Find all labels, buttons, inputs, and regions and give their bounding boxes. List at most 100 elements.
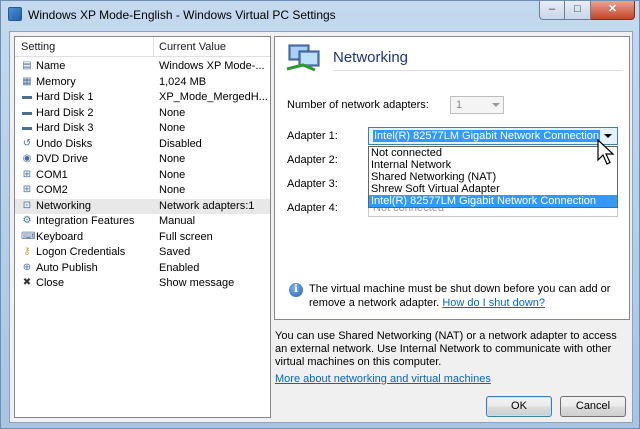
adapter2-label: Adapter 2: [287, 154, 338, 166]
cancel-button[interactable]: Cancel [560, 396, 626, 417]
key-icon: ⚷ [23, 246, 31, 257]
how-to-shut-down-link[interactable]: How do I shut down? [442, 297, 545, 309]
virtual-pc-icon [8, 7, 22, 21]
setting-name: Auto Publish [36, 261, 98, 274]
setting-name: Name [36, 60, 66, 72]
settings-row-hard-disk-1[interactable]: ▬ Hard Disk 1 XP_Mode_MergedH... [15, 90, 270, 106]
chevron-down-icon [492, 103, 500, 107]
adapter1-value: Intel(R) 82577LM Gigabit Network Connect… [373, 130, 601, 142]
settings-row-dvd-drive[interactable]: ◉ DVD Drive None [15, 152, 270, 168]
auto-publish-icon: ⊕ [22, 261, 32, 273]
setting-name: Hard Disk 2 [36, 106, 94, 119]
settings-row-com2[interactable]: ⊞ COM2 None [15, 183, 270, 199]
ok-button[interactable]: OK [486, 396, 552, 417]
title-bar[interactable]: Windows XP Mode-English - Windows Virtua… [1, 1, 640, 29]
dropdown-option[interactable]: Not connected [369, 147, 617, 159]
setting-value: XP_Mode_MergedH... [159, 91, 268, 103]
hard-disk-icon: ▬ [22, 106, 32, 118]
setting-value: Windows XP Mode-... [159, 60, 265, 72]
num-adapters-label: Number of network adapters: [287, 99, 429, 111]
settings-rows: ▤ Name Windows XP Mode-... ▦ Memory 1,024 MB ▬… [15, 59, 270, 292]
maximize-button[interactable]: □ [565, 1, 591, 20]
title-divider [333, 70, 623, 71]
settings-list[interactable]: Setting Current Value ▤ Name Windows XP Mo… [14, 36, 271, 418]
close-button[interactable]: ✕ [591, 1, 635, 20]
setting-name: Hard Disk 3 [36, 122, 94, 134]
setting-name: DVD Drive [36, 153, 88, 165]
dvd-drive-icon: ◉ [22, 153, 32, 164]
settings-row-hard-disk-3[interactable]: ▬ Hard Disk 3 None [15, 121, 270, 137]
setting-value: None [159, 168, 186, 181]
hard-disk-icon: ▬ [22, 122, 32, 133]
com-port-icon: ⊞ [22, 168, 32, 180]
adapter1-select[interactable]: Intel(R) 82577LM Gigabit Network Connect… [368, 127, 618, 145]
settings-row-networking[interactable]: ⊡ Networking Network adapters:1 [15, 198, 270, 214]
info-icon: i [289, 283, 303, 297]
dropdown-option[interactable]: Shared Networking (NAT) [369, 171, 617, 183]
setting-value: None [159, 184, 186, 196]
setting-value: None [159, 153, 186, 165]
caption-buttons: – □ ✕ [539, 1, 635, 21]
adapter4-label: Adapter 4: [287, 202, 338, 214]
setting-value: Show message [159, 277, 235, 289]
memory-icon: ▦ [22, 75, 32, 87]
setting-value: None [159, 122, 186, 134]
settings-row-logon-credentials[interactable]: ⚷ Logon Credentials Saved [15, 245, 270, 261]
settings-list-header: Setting Current Value [15, 37, 270, 57]
mouse-cursor-icon [597, 138, 615, 165]
dropdown-option[interactable]: Shrew Soft Virtual Adapter [369, 183, 617, 195]
adapter1-dropdown-list[interactable]: Not connected Internal Network Shared Netw… [368, 146, 618, 208]
dropdown-option[interactable]: Internal Network [369, 159, 617, 171]
num-adapters-value: 1 [456, 99, 463, 111]
column-header-setting[interactable]: Setting [21, 41, 55, 53]
close-x-icon: ✖ [22, 277, 32, 288]
column-header-current-value[interactable]: Current Value [159, 41, 226, 53]
setting-value: 1,024 MB [159, 75, 207, 88]
com-port-icon: ⊞ [22, 184, 32, 195]
setting-name: COM1 [36, 168, 68, 181]
setting-value: Full screen [159, 230, 213, 243]
setting-name: Memory [36, 75, 76, 88]
settings-row-close[interactable]: ✖ Close Show message [15, 276, 270, 292]
settings-row-com1[interactable]: ⊞ COM1 None [15, 168, 270, 184]
dialog-client: Setting Current Value ▤ Name Windows XP Mo… [9, 31, 633, 423]
settings-row-hard-disk-2[interactable]: ▬ Hard Disk 2 None [15, 106, 270, 122]
num-adapters-select: 1 [450, 96, 504, 114]
setting-value: Saved [159, 246, 191, 258]
settings-row-integration-features[interactable]: ⚙ Integration Features Manual [15, 214, 270, 230]
settings-window: Windows XP Mode-English - Windows Virtua… [0, 0, 640, 429]
adapter3-label: Adapter 3: [287, 178, 338, 190]
minimize-button[interactable]: – [539, 1, 565, 20]
shutdown-info: The virtual machine must be shut down be… [309, 282, 627, 310]
undo-disk-icon: ↺ [22, 137, 32, 149]
setting-value: None [159, 106, 186, 119]
setting-name: Undo Disks [36, 137, 93, 150]
network-icon: ⊡ [22, 199, 32, 211]
settings-row-keyboard[interactable]: ⌨ Keyboard Full screen [15, 230, 270, 246]
column-divider[interactable] [153, 37, 154, 57]
setting-name: Integration Features [36, 215, 135, 227]
setting-name: Close [36, 277, 65, 289]
setting-value: Network adapters:1 [159, 199, 255, 212]
hard-disk-icon: ▬ [22, 91, 32, 102]
settings-row-auto-publish[interactable]: ⊕ Auto Publish Enabled [15, 261, 270, 277]
document-icon: ▤ [22, 60, 32, 71]
networking-icon [286, 44, 320, 72]
setting-name: Keyboard [36, 230, 84, 243]
more-about-networking-link[interactable]: More about networking and virtual machin… [275, 373, 491, 385]
section-title: Networking [333, 49, 409, 66]
setting-name: Networking [36, 199, 92, 212]
setting-value: Manual [159, 215, 196, 227]
dropdown-option[interactable]: Intel(R) 82577LM Gigabit Network Connect… [369, 195, 617, 207]
adapter1-label: Adapter 1: [287, 130, 338, 142]
setting-name: Logon Credentials [36, 246, 126, 258]
window-title: Windows XP Mode-English - Windows Virtua… [28, 8, 336, 22]
setting-value: Disabled [159, 137, 202, 150]
setting-name: COM2 [36, 184, 68, 196]
settings-row-name[interactable]: ▤ Name Windows XP Mode-... [15, 59, 270, 75]
settings-row-undo-disks[interactable]: ↺ Undo Disks Disabled [15, 137, 270, 153]
settings-row-memory[interactable]: ▦ Memory 1,024 MB [15, 75, 270, 91]
keyboard-icon: ⌨ [21, 230, 36, 242]
networking-description: You can use Shared Networking (NAT) or a… [275, 330, 617, 368]
networking-panel: Networking Number of network adapters: 1… [274, 36, 630, 320]
